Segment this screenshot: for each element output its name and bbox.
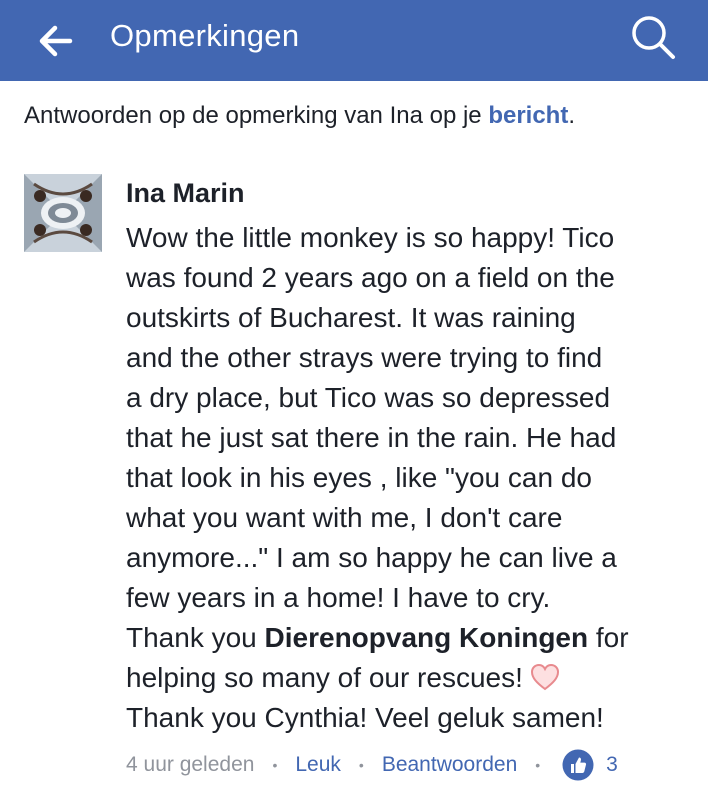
- arrow-left-icon: [39, 25, 73, 57]
- avatar-image: [24, 174, 102, 252]
- context-text: Antwoorden op de opmerking van Ina op je: [24, 102, 489, 129]
- comment-line: that look in his eyes , like "you can do: [126, 462, 592, 493]
- like-count: 3: [606, 753, 618, 776]
- thanks-suffix: for: [588, 622, 629, 653]
- comment-line: what you want with me, I don't care: [126, 502, 563, 533]
- thanks-prefix: Thank you: [126, 622, 265, 653]
- post-link[interactable]: bericht: [488, 102, 568, 129]
- separator-dot: •: [535, 757, 541, 773]
- thumbs-up-icon: [562, 749, 594, 781]
- comment-line: a dry place, but Tico was so depressed: [126, 382, 611, 413]
- separator-dot: •: [358, 757, 364, 773]
- separator-dot: •: [272, 757, 278, 773]
- comment-line: was found 2 years ago on a field on the: [126, 262, 615, 293]
- search-icon: [632, 16, 675, 59]
- comment-author[interactable]: Ina Marin: [126, 178, 245, 209]
- comment-line: Wow the little monkey is so happy! Tico: [126, 222, 615, 253]
- comment-body: Wow the little monkey is so happy! Tico …: [126, 218, 696, 738]
- comment-line: few years in a home! I have to cry.: [126, 582, 551, 613]
- comment-line: and the other strays were trying to find: [126, 342, 603, 373]
- page-title: Opmerkingen: [110, 18, 300, 53]
- comment-line: anymore..." I am so happy he can live a: [126, 542, 617, 573]
- reply-button[interactable]: Beantwoorden: [382, 753, 517, 777]
- comment-line: that he just sat there in the rain. He h…: [126, 422, 617, 453]
- heart-emoji-icon: [530, 663, 559, 691]
- comment-line-mention: Thank you Dierenopvang Koningen for: [126, 618, 696, 658]
- back-button[interactable]: [36, 22, 74, 60]
- reply-context: Antwoorden op de opmerking van Ina op je…: [24, 102, 575, 130]
- comment-line: outskirts of Bucharest. It was raining: [126, 302, 576, 333]
- comment-line: Thank you Cynthia! Veel geluk samen!: [126, 702, 604, 733]
- like-button[interactable]: Leuk: [295, 753, 341, 777]
- avatar[interactable]: [24, 174, 102, 252]
- like-reactions[interactable]: 3: [562, 749, 618, 781]
- top-bar: Opmerkingen: [0, 0, 708, 81]
- timestamp: 4 uur geleden: [126, 753, 255, 776]
- search-button[interactable]: [628, 12, 678, 62]
- page-mention[interactable]: Dierenopvang Koningen: [265, 622, 589, 653]
- comment-line-helping: helping so many of our rescues!: [126, 658, 696, 698]
- comment-meta: 4 uur geleden • Leuk • Beantwoorden • 3: [126, 749, 618, 781]
- context-suffix: .: [568, 102, 575, 129]
- helping-text: helping so many of our rescues!: [126, 662, 523, 693]
